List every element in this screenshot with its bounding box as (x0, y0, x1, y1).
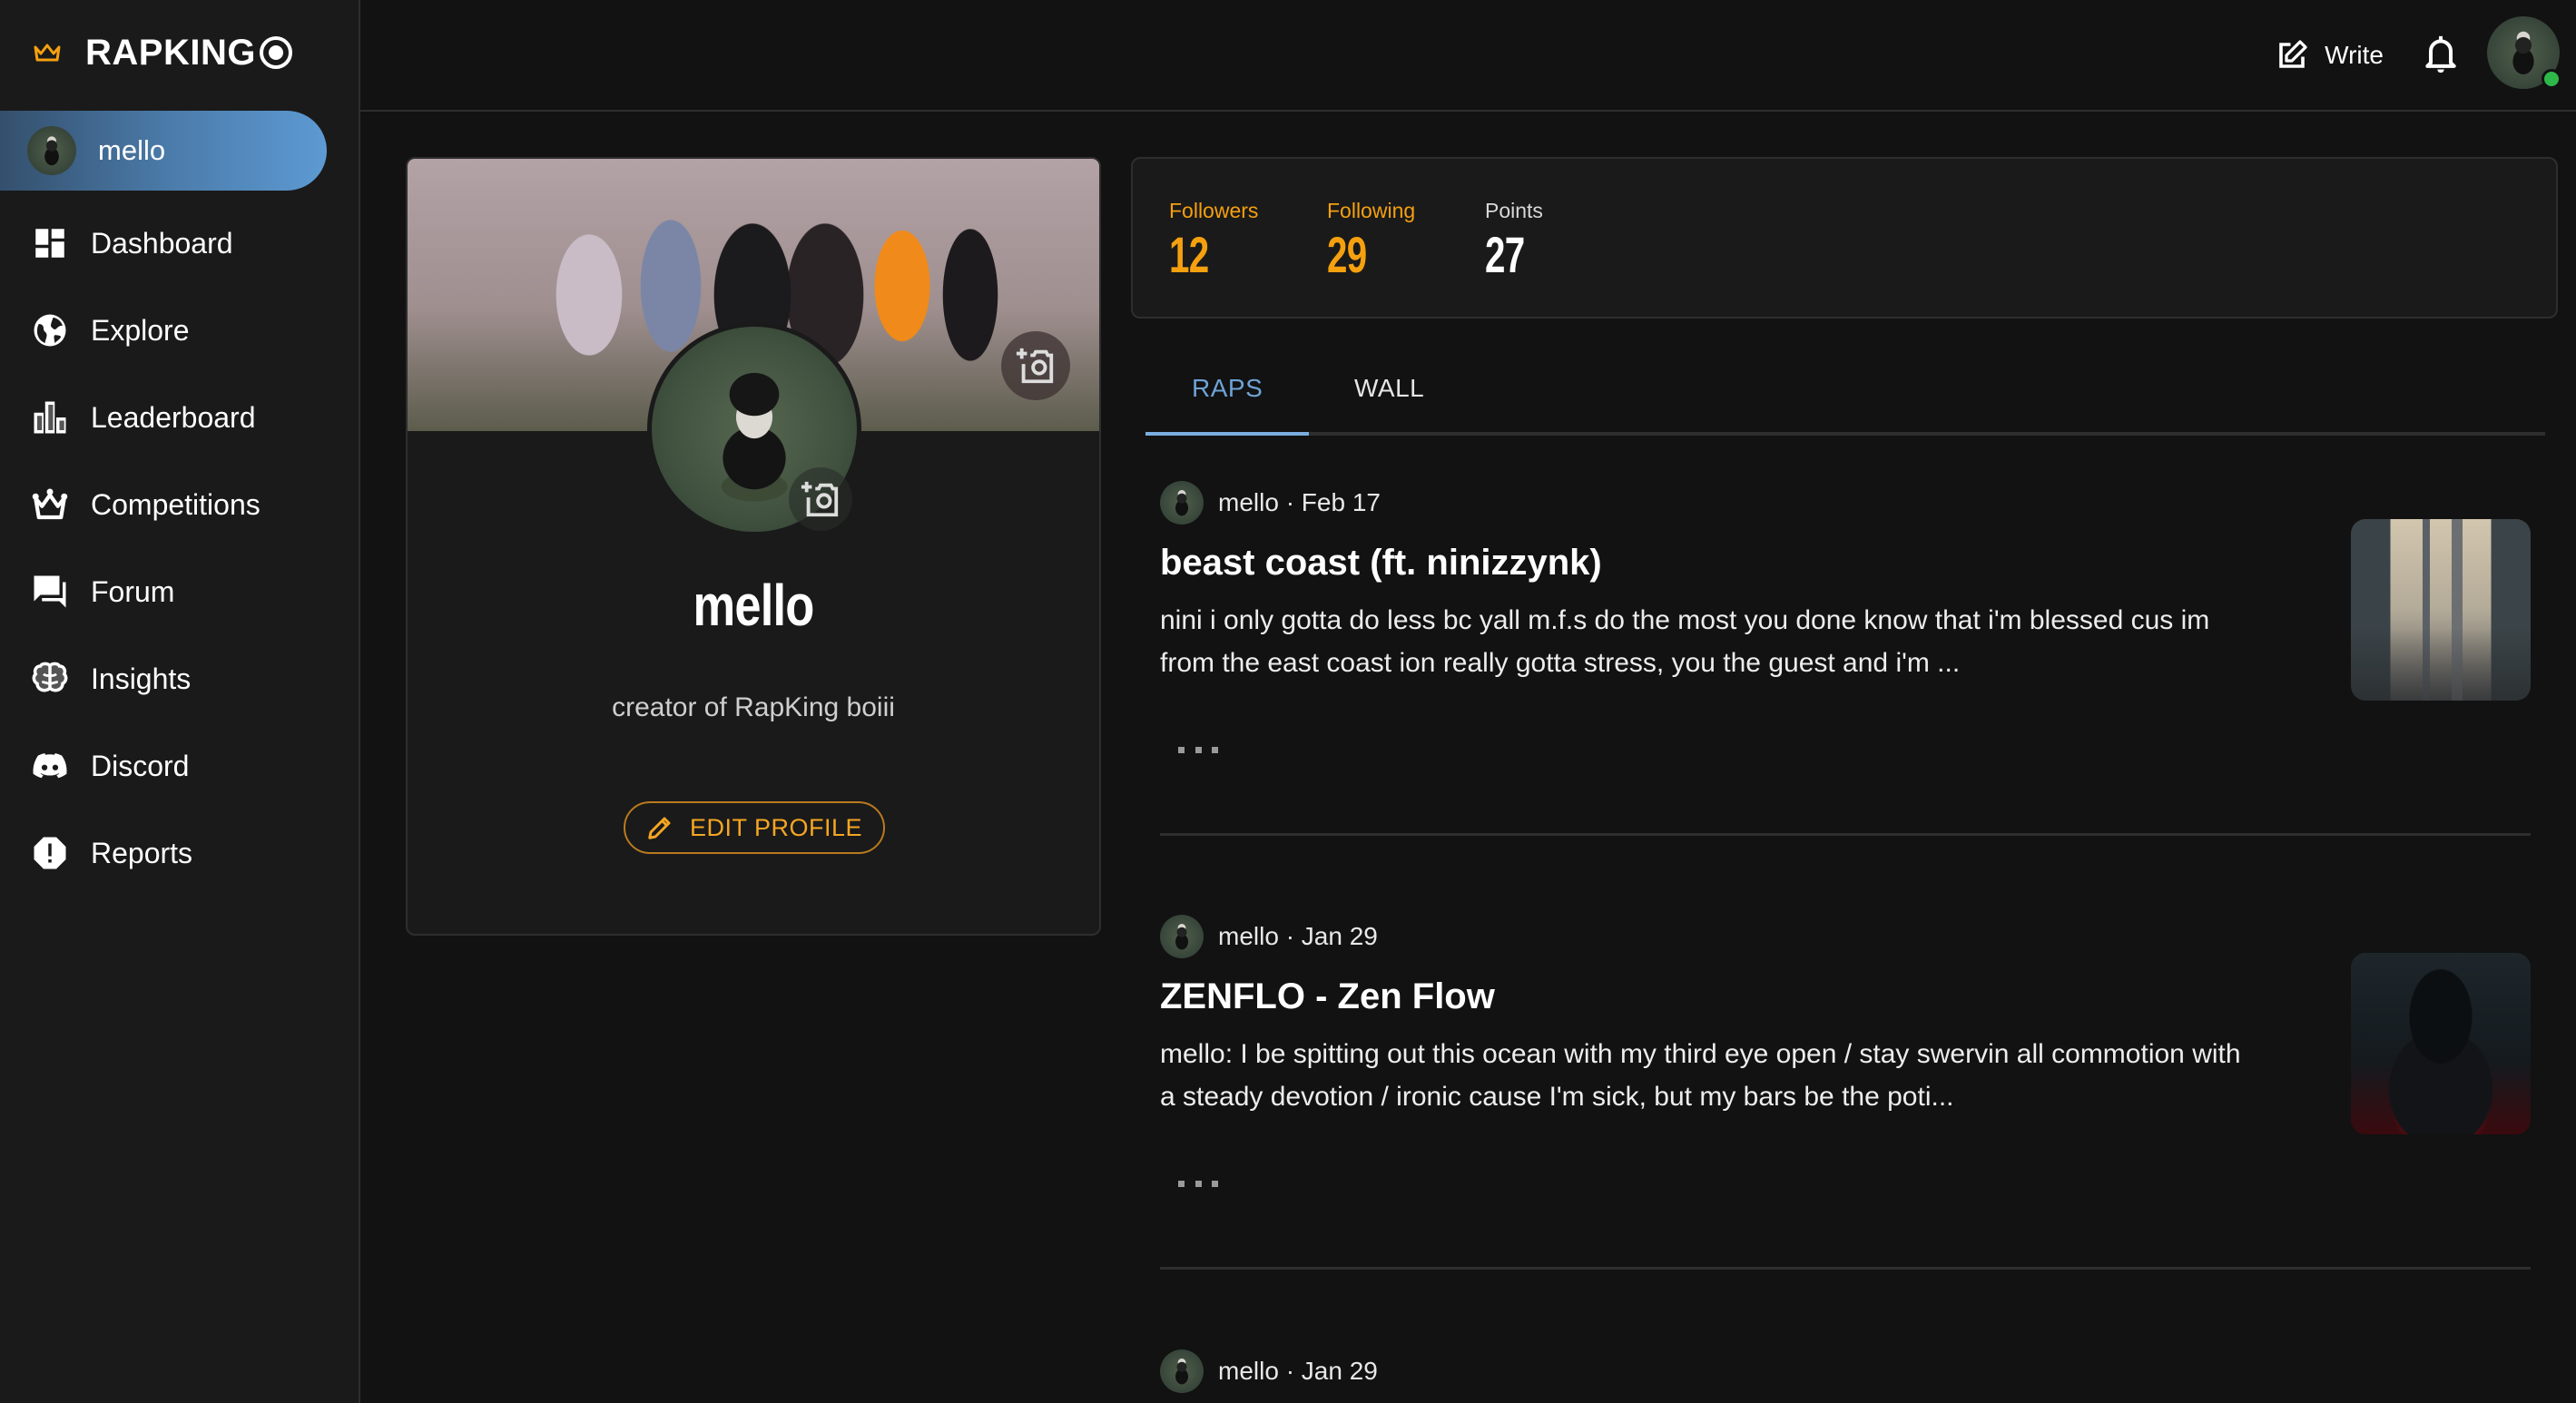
edit-profile-button[interactable]: EDIT PROFILE (624, 801, 885, 854)
add-photo-icon (1016, 348, 1054, 384)
online-status-indicator (2542, 69, 2561, 89)
post-meta: mello · Feb 17 (1160, 481, 1381, 525)
brain-icon (31, 660, 69, 698)
avatar (27, 126, 76, 175)
app-root: RAPKING mello Dashboard Explore Leaderbo… (0, 0, 2576, 1403)
stat-value: 27 (1485, 226, 1525, 283)
dashboard-icon (31, 224, 69, 262)
sidebar-item-reports[interactable]: Reports (0, 809, 359, 897)
stat-value: 29 (1327, 226, 1367, 283)
more-options-icon[interactable] (1178, 1174, 1218, 1192)
stat-label: Points (1485, 199, 1543, 222)
post-divider (1160, 1267, 2531, 1270)
avatar (1160, 915, 1204, 958)
profile-tabs: RAPS WALL (1145, 354, 2545, 436)
sidebar-item-insights[interactable]: Insights (0, 635, 359, 722)
discord-icon (31, 747, 69, 785)
write-label: Write (2325, 41, 2384, 69)
change-cover-button[interactable] (1001, 331, 1070, 400)
stat-label: Followers (1169, 199, 1259, 222)
post-divider (1160, 833, 2531, 836)
add-photo-icon (801, 481, 839, 517)
profile-card: mello creator of RapKing boiii EDIT PROF… (406, 157, 1101, 936)
tab-raps[interactable]: RAPS (1192, 374, 1263, 403)
brand[interactable]: RAPKING (33, 27, 256, 78)
post-meta: mello · Jan 29 (1160, 1349, 1378, 1393)
bell-icon[interactable] (2421, 33, 2461, 76)
post-thumbnail[interactable] (2351, 953, 2531, 1134)
profile-bio: creator of RapKing boiii (612, 692, 895, 722)
post-author-date: mello · Jan 29 (1218, 1357, 1378, 1385)
sidebar-item-label: mello (98, 134, 166, 166)
stat-followers[interactable]: Followers 12 (1169, 199, 1258, 284)
crown-icon (31, 486, 69, 524)
sidebar-item-profile[interactable]: mello (0, 111, 327, 191)
profile-username: mello (693, 573, 815, 638)
post-title[interactable]: beast coast (ft. ninizzynk) (1160, 543, 1602, 584)
sidebar-item-label: Forum (91, 574, 175, 608)
brand-name: RAPKING (85, 32, 256, 73)
avatar (1160, 1349, 1204, 1393)
sidebar-item-label: Competitions (91, 487, 261, 521)
edit-square-icon (2279, 40, 2307, 68)
pencil-icon (648, 817, 671, 839)
report-icon (31, 834, 69, 872)
active-tab-indicator (1145, 432, 1309, 436)
sidebar-item-leaderboard[interactable]: Leaderboard (0, 374, 359, 461)
post-excerpt: mello: I be spitting out this ocean with… (1160, 1039, 2241, 1112)
stats-card: Followers 12 Following 29 Points 27 (1131, 157, 2558, 319)
post-meta: mello · Jan 29 (1160, 915, 1378, 958)
sidebar-item-label: Explore (91, 313, 190, 347)
post-author-date: mello · Feb 17 (1218, 488, 1381, 516)
sidebar-item-label: Reports (91, 836, 193, 869)
sidebar-item-label: Dashboard (91, 226, 233, 260)
leaderboard-icon (31, 398, 69, 437)
sidebar-item-label: Discord (91, 749, 190, 782)
tab-wall[interactable]: WALL (1354, 374, 1424, 403)
radio-button-icon[interactable] (260, 36, 292, 69)
post-excerpt: nini i only gotta do less bc yall m.f.s … (1160, 605, 2210, 678)
forum-icon (31, 573, 69, 611)
stat-points: Points 27 (1485, 199, 1543, 284)
stat-following[interactable]: Following 29 (1327, 199, 1415, 284)
post-author-date: mello · Jan 29 (1218, 922, 1378, 950)
sidebar-item-competitions[interactable]: Competitions (0, 461, 359, 548)
top-header: Write (360, 0, 2576, 112)
sidebar-item-discord[interactable]: Discord (0, 722, 359, 809)
globe-icon (31, 311, 69, 349)
stat-label: Following (1327, 199, 1416, 222)
sidebar-item-label: Leaderboard (91, 400, 256, 434)
avatar (1160, 481, 1204, 525)
edit-profile-label: EDIT PROFILE (689, 813, 863, 841)
sidebar: RAPKING mello Dashboard Explore Leaderbo… (0, 0, 360, 1403)
sidebar-nav: Dashboard Explore Leaderboard Competitio… (0, 200, 359, 897)
post-title[interactable]: ZENFLO - Zen Flow (1160, 976, 1495, 1017)
stat-value: 12 (1169, 226, 1209, 283)
sidebar-item-dashboard[interactable]: Dashboard (0, 200, 359, 287)
crown-icon (34, 44, 61, 62)
post-thumbnail[interactable] (2351, 519, 2531, 701)
more-options-icon[interactable] (1178, 741, 1218, 759)
write-button[interactable]: Write (2276, 33, 2384, 78)
sidebar-item-forum[interactable]: Forum (0, 548, 359, 635)
change-avatar-button[interactable] (789, 467, 852, 531)
sidebar-item-label: Insights (91, 662, 192, 695)
sidebar-item-explore[interactable]: Explore (0, 287, 359, 374)
